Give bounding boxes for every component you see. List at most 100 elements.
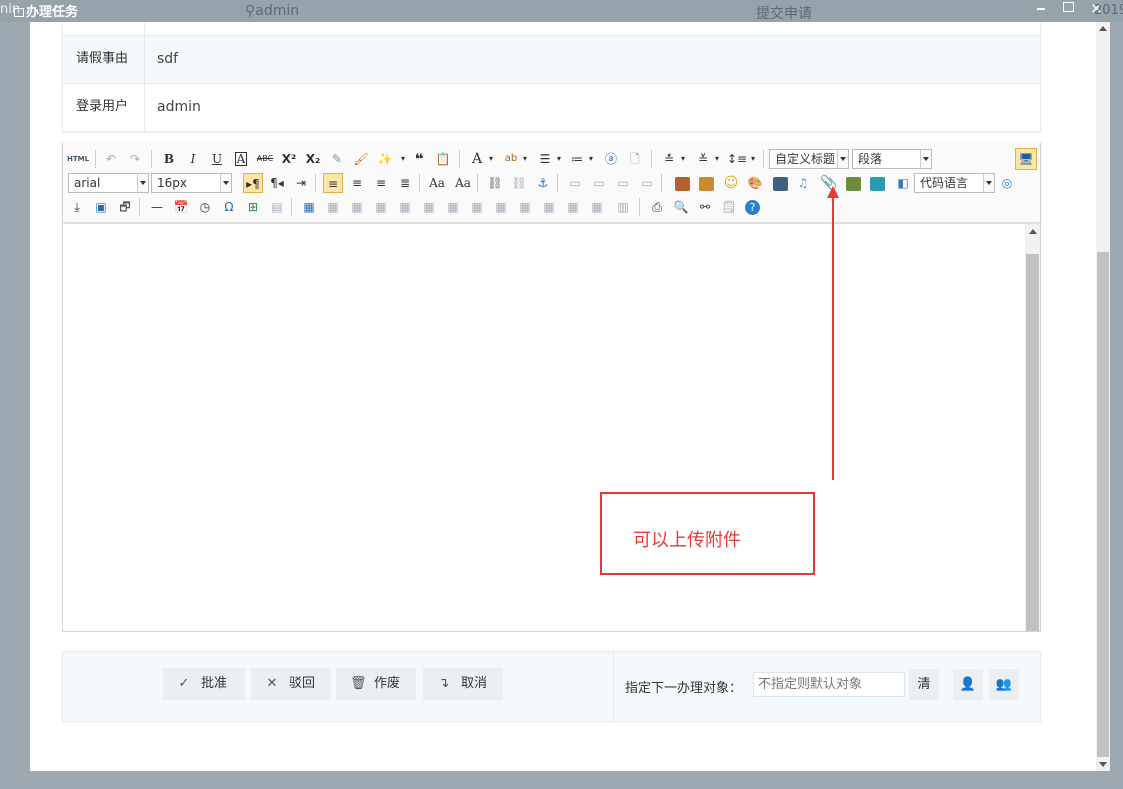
- align-justify-icon[interactable]: ≣: [395, 173, 415, 193]
- word-image-icon[interactable]: 🗗: [115, 197, 135, 217]
- chevron-down-icon[interactable]: ▾: [743, 149, 763, 169]
- minimize-icon[interactable]: [1037, 8, 1045, 10]
- scroll-down-icon[interactable]: [1099, 762, 1107, 767]
- align-right-icon[interactable]: ≡: [371, 173, 391, 193]
- header-user[interactable]: ⚲admin: [245, 3, 299, 19]
- horizontal-rule-icon[interactable]: —: [147, 197, 167, 217]
- delete-table-icon[interactable]: ▦: [323, 197, 343, 217]
- font-family-select[interactable]: arial: [68, 173, 149, 193]
- editor-scrollbar[interactable]: [1025, 224, 1040, 631]
- insert-video-icon[interactable]: [773, 177, 788, 191]
- indent-icon[interactable]: ⇥: [291, 173, 311, 193]
- page-break-icon[interactable]: ⤓: [67, 197, 87, 217]
- split-rows-icon[interactable]: ▦: [563, 197, 583, 217]
- insert-image-icon[interactable]: [699, 177, 714, 191]
- insert-row-icon[interactable]: ▦: [371, 197, 391, 217]
- redo-icon[interactable]: ↷: [125, 149, 145, 169]
- bold-icon[interactable]: B: [159, 149, 179, 169]
- template-icon[interactable]: ◎: [997, 173, 1017, 193]
- html-source-button[interactable]: HTML: [67, 149, 89, 169]
- font-size-select[interactable]: 16px: [151, 173, 232, 193]
- print-icon[interactable]: ⎙: [647, 197, 667, 217]
- ltr-direction-icon[interactable]: ▸¶: [243, 173, 263, 193]
- find-icon[interactable]: ⚯: [695, 197, 715, 217]
- select-group-button[interactable]: 👥: [989, 669, 1019, 700]
- drafts-icon[interactable]: 🗒: [719, 197, 739, 217]
- clear-doc-icon[interactable]: 🗋: [625, 149, 645, 169]
- scrawl-icon[interactable]: 🎨: [745, 173, 765, 193]
- chevron-down-icon[interactable]: ▾: [515, 149, 535, 169]
- merge-right-icon[interactable]: ▦: [491, 197, 511, 217]
- approve-button[interactable]: ✓ 批准: [163, 668, 245, 700]
- map-icon[interactable]: [846, 177, 861, 191]
- scrollbar-thumb[interactable]: [1097, 252, 1109, 757]
- chevron-down-icon[interactable]: ▾: [549, 149, 569, 169]
- select-all-icon[interactable]: ⓐ: [601, 149, 621, 169]
- emotion-icon[interactable]: ☺: [721, 173, 741, 193]
- align-center-icon[interactable]: ≡: [347, 173, 367, 193]
- insert-paragraph-before-table-icon[interactable]: ▦: [347, 197, 367, 217]
- anchor-icon[interactable]: ⚓: [533, 173, 553, 193]
- cancel-button[interactable]: ↴ 取消: [423, 668, 503, 700]
- font-border-icon[interactable]: A: [231, 149, 251, 169]
- link-icon[interactable]: ⛓: [485, 173, 505, 193]
- snapscreen-icon[interactable]: ⊞: [243, 197, 263, 217]
- chevron-down-icon[interactable]: [920, 150, 931, 168]
- chevron-down-icon[interactable]: [983, 174, 994, 192]
- date-icon[interactable]: 📅: [171, 197, 191, 217]
- delete-row-icon[interactable]: ▦: [395, 197, 415, 217]
- image-center-icon[interactable]: ▭: [637, 173, 657, 193]
- preview-icon[interactable]: ▣: [91, 197, 111, 217]
- help-icon[interactable]: ?: [745, 200, 760, 215]
- format-brush-icon[interactable]: 🖌: [351, 149, 371, 169]
- auto-format-icon[interactable]: ✨: [375, 149, 395, 169]
- custom-heading-select[interactable]: 自定义标题: [769, 149, 849, 169]
- clear-button[interactable]: 清: [909, 669, 939, 700]
- strikethrough-icon[interactable]: ABC: [255, 149, 275, 169]
- underline-icon[interactable]: U: [207, 149, 227, 169]
- delete-col-icon[interactable]: ▦: [443, 197, 463, 217]
- split-cols-icon[interactable]: ▦: [587, 197, 607, 217]
- word-paste-icon[interactable]: ▤: [267, 197, 287, 217]
- scroll-up-icon[interactable]: [1029, 229, 1037, 234]
- google-map-icon[interactable]: [870, 177, 885, 191]
- paragraph-select[interactable]: 段落: [852, 149, 932, 169]
- blockquote-icon[interactable]: ❝: [409, 149, 429, 169]
- lowercase-icon[interactable]: Aa: [453, 173, 473, 193]
- chevron-down-icon[interactable]: ▾: [481, 149, 501, 169]
- image-none-icon[interactable]: ▭: [565, 173, 585, 193]
- select-user-button[interactable]: 👤: [953, 669, 983, 700]
- special-char-icon[interactable]: Ω: [219, 197, 239, 217]
- simple-upload-icon[interactable]: [675, 177, 690, 191]
- code-language-select[interactable]: 代码语言: [914, 173, 995, 193]
- dialog-scrollbar[interactable]: [1096, 22, 1110, 771]
- undo-icon[interactable]: ↶: [101, 149, 121, 169]
- chevron-down-icon[interactable]: ▾: [673, 149, 693, 169]
- maximize-icon[interactable]: [1063, 2, 1074, 12]
- header-submit-link[interactable]: 提交申请: [756, 3, 812, 23]
- time-icon[interactable]: ◷: [195, 197, 215, 217]
- chevron-down-icon[interactable]: ▾: [581, 149, 601, 169]
- superscript-icon[interactable]: X²: [279, 149, 299, 169]
- music-icon[interactable]: ♫: [793, 173, 813, 193]
- chevron-down-icon[interactable]: [837, 150, 848, 168]
- chevron-down-icon[interactable]: ▾: [707, 149, 727, 169]
- subscript-icon[interactable]: X₂: [303, 149, 323, 169]
- chevron-down-icon[interactable]: [137, 174, 148, 192]
- insert-frame-icon[interactable]: ◧: [893, 173, 913, 193]
- unlink-icon[interactable]: ⛓: [509, 173, 529, 193]
- image-left-icon[interactable]: ▭: [589, 173, 609, 193]
- uppercase-icon[interactable]: Aa: [427, 173, 447, 193]
- void-button[interactable]: 🗑 作废: [336, 668, 416, 700]
- italic-icon[interactable]: I: [183, 149, 203, 169]
- insert-table-icon[interactable]: ▦: [299, 197, 319, 217]
- paste-text-icon[interactable]: 📋: [433, 149, 453, 169]
- image-right-icon[interactable]: ▭: [613, 173, 633, 193]
- search-replace-icon[interactable]: 🔍: [671, 197, 691, 217]
- insert-col-icon[interactable]: ▦: [419, 197, 439, 217]
- chart-icon[interactable]: ▥: [613, 197, 633, 217]
- assign-next-input[interactable]: 不指定则默认对象: [753, 672, 905, 697]
- split-cells-icon[interactable]: ▦: [539, 197, 559, 217]
- scrollbar-thumb[interactable]: [1026, 254, 1039, 631]
- merge-down-icon[interactable]: ▦: [515, 197, 535, 217]
